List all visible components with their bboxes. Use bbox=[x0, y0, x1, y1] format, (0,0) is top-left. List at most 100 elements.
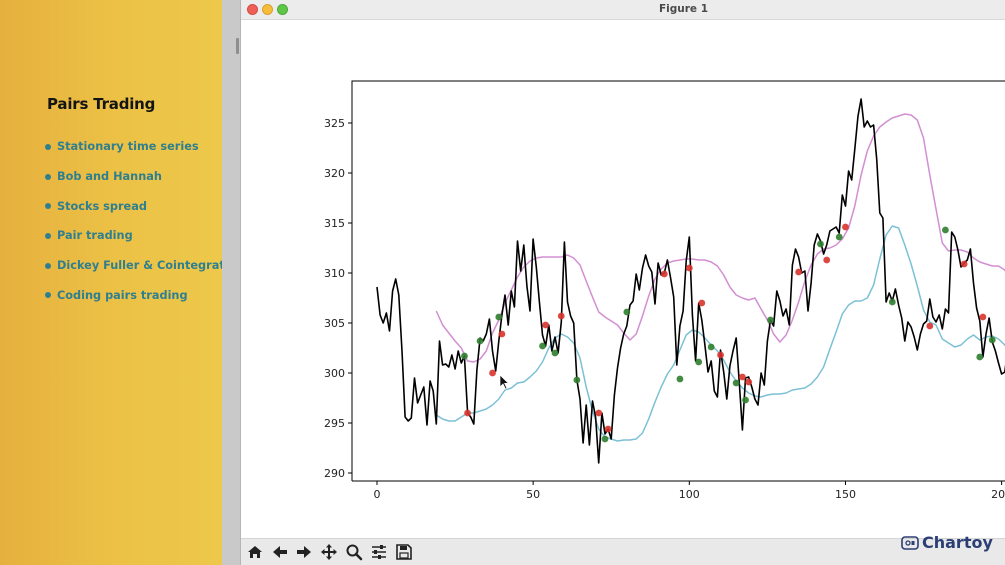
y-tick-label: 305 bbox=[324, 317, 345, 330]
buy-signal-point bbox=[495, 313, 503, 321]
topic-item: Stocks spread bbox=[45, 191, 244, 221]
window-gutter bbox=[222, 0, 240, 565]
x-tick-label: 100 bbox=[679, 488, 700, 501]
bullet-icon bbox=[45, 173, 51, 180]
sell-signal-point bbox=[842, 223, 849, 231]
sell-signal-point bbox=[795, 268, 803, 276]
topic-item: Coding pairs trading bbox=[45, 280, 244, 310]
topic-label: Dickey Fuller & Cointegration bbox=[57, 259, 245, 273]
configure-subplots-icon bbox=[372, 545, 386, 559]
buy-signal-point bbox=[817, 240, 824, 248]
x-tick-label: 0 bbox=[373, 488, 380, 501]
buy-signal-point bbox=[676, 375, 684, 383]
buy-signal-point bbox=[573, 376, 581, 384]
buy-signal-point bbox=[732, 379, 740, 387]
buy-signal-point bbox=[742, 396, 749, 404]
bullet-icon bbox=[45, 232, 51, 239]
bullet-icon bbox=[45, 292, 51, 299]
forward-button[interactable] bbox=[293, 541, 315, 563]
sell-signal-point bbox=[604, 425, 612, 433]
sell-signal-point bbox=[960, 260, 968, 268]
matplotlib-toolbar bbox=[241, 538, 1005, 565]
window-titlebar[interactable]: Figure 1 bbox=[241, 0, 1005, 20]
topic-item: Bob and Hannah bbox=[45, 162, 244, 192]
upper-band-line bbox=[435, 113, 1005, 363]
sell-signal-point bbox=[498, 330, 506, 338]
sell-signal-point bbox=[660, 270, 668, 278]
topic-item: Stationary time series bbox=[45, 132, 244, 162]
sell-signal-point bbox=[685, 264, 693, 272]
sell-signal-point bbox=[698, 299, 706, 307]
back-button[interactable] bbox=[269, 541, 291, 563]
buy-signal-point bbox=[942, 226, 949, 234]
forward-arrow-icon bbox=[297, 546, 311, 558]
buy-signal-point bbox=[835, 233, 843, 241]
save-icon bbox=[396, 544, 412, 560]
window-title: Figure 1 bbox=[658, 3, 709, 15]
line-chart: 290 295 300 305 310 315 320 325 0 50 100 150 200 bbox=[324, 80, 1005, 501]
topic-label: Bob and Hannah bbox=[57, 170, 162, 184]
slide-panel: Pairs Trading Stationary time series Bob… bbox=[0, 0, 244, 565]
save-button[interactable] bbox=[393, 541, 415, 563]
sell-signal-point bbox=[595, 409, 603, 417]
zoom-button[interactable] bbox=[343, 541, 365, 563]
topic-label: Pair trading bbox=[57, 229, 133, 243]
topic-label: Coding pairs trading bbox=[57, 288, 188, 302]
y-tick-label: 290 bbox=[324, 467, 345, 480]
sell-signal-point bbox=[717, 351, 724, 359]
y-tick-label: 320 bbox=[324, 167, 345, 180]
buy-signal-point bbox=[539, 342, 546, 350]
x-tick-label: 50 bbox=[526, 488, 540, 501]
chartoy-logo-icon bbox=[901, 535, 919, 550]
figure-window: Figure 1 290 295 300 305 310 315 320 325 0 50 100 1… bbox=[240, 0, 1005, 565]
pan-icon bbox=[321, 544, 337, 560]
bullet-icon bbox=[45, 143, 51, 150]
back-arrow-icon bbox=[273, 546, 287, 558]
slide-title: Pairs Trading bbox=[47, 95, 156, 113]
buy-signal-point bbox=[695, 358, 703, 366]
y-tick-label: 315 bbox=[324, 217, 345, 230]
x-tick-label: 200 bbox=[991, 488, 1005, 501]
y-tick-label: 310 bbox=[324, 267, 345, 280]
x-tick-label: 150 bbox=[835, 488, 856, 501]
topic-item: Dickey Fuller & Cointegration bbox=[45, 251, 244, 281]
sell-signal-point bbox=[979, 313, 987, 321]
y-tick-label: 300 bbox=[324, 367, 345, 380]
buy-signal-point bbox=[476, 337, 484, 345]
zoom-icon bbox=[346, 544, 363, 561]
buy-signal-point bbox=[707, 343, 715, 351]
sell-signal-point bbox=[926, 322, 934, 330]
buy-signal-point bbox=[976, 353, 984, 361]
sell-signal-point bbox=[542, 321, 550, 329]
mouse-cursor-icon bbox=[499, 374, 510, 390]
sell-signal-point bbox=[464, 409, 471, 417]
y-tick-label: 325 bbox=[324, 117, 345, 130]
price-line bbox=[376, 98, 1005, 464]
topic-label: Stocks spread bbox=[57, 199, 147, 213]
configure-subplots-button[interactable] bbox=[368, 541, 390, 563]
sell-signal-point bbox=[557, 312, 565, 320]
screen: Pairs Trading Stationary time series Bob… bbox=[0, 0, 1005, 565]
buy-signal-point bbox=[988, 336, 996, 344]
pan-button[interactable] bbox=[318, 541, 340, 563]
sell-signal-point bbox=[739, 373, 746, 381]
home-button[interactable] bbox=[244, 541, 266, 563]
bullet-icon bbox=[45, 203, 51, 210]
chartoy-logo: Chartoy bbox=[901, 533, 993, 552]
buy-signal-point bbox=[461, 352, 468, 360]
buy-signal-point bbox=[551, 349, 559, 357]
buy-signal-point bbox=[767, 316, 774, 324]
sell-signal-point bbox=[823, 256, 831, 264]
buy-signal-point bbox=[888, 298, 896, 306]
topic-label: Stationary time series bbox=[57, 140, 199, 154]
scroll-grip[interactable] bbox=[236, 38, 239, 54]
topic-item: Pair trading bbox=[45, 221, 244, 251]
brand-name: Chartoy bbox=[922, 533, 993, 552]
topic-list: Stationary time series Bob and Hannah St… bbox=[45, 132, 244, 310]
buy-signal-point bbox=[623, 308, 631, 316]
sell-signal-point bbox=[745, 378, 753, 386]
sell-signal-point bbox=[489, 369, 496, 377]
y-tick-label: 295 bbox=[324, 417, 345, 430]
buy-signal-point bbox=[601, 435, 609, 443]
bullet-icon bbox=[45, 262, 51, 269]
